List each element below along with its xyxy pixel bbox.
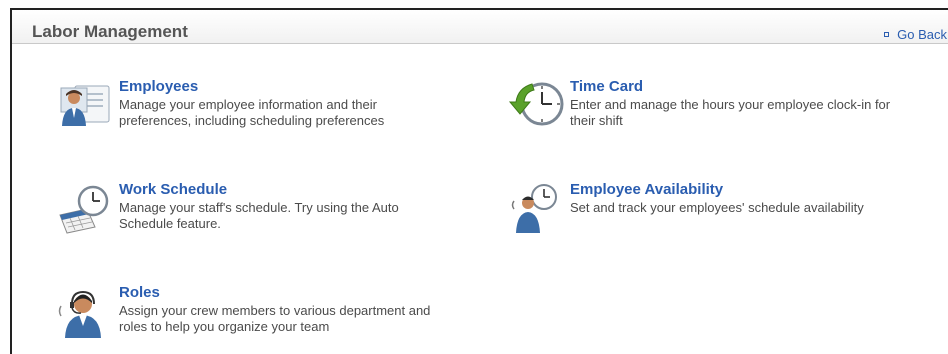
employee-availability-description: Set and track your employees' schedule a…	[570, 200, 864, 215]
tile-employees[interactable]: Employees Manage your employee informati…	[57, 78, 477, 138]
time-card-title[interactable]: Time Card	[570, 78, 643, 95]
tile-roles[interactable]: Roles Assign your crew members to variou…	[57, 284, 477, 344]
person-clock-icon	[508, 181, 564, 237]
employee-availability-title[interactable]: Employee Availability	[570, 181, 723, 198]
roles-title[interactable]: Roles	[119, 284, 160, 301]
time-card-description: Enter and manage the hours your employee…	[570, 97, 891, 128]
work-schedule-description: Manage your staff's schedule. Try using …	[119, 200, 399, 231]
employee-card-icon	[57, 78, 113, 134]
tile-employee-availability[interactable]: Employee Availability Set and track your…	[508, 181, 928, 241]
employees-title[interactable]: Employees	[119, 78, 198, 95]
clock-arrow-icon	[508, 78, 564, 134]
labor-management-panel: Labor Management Go Back Employees Manag…	[10, 8, 948, 354]
panel-header: Labor Management Go Back	[12, 10, 948, 44]
page-title: Labor Management	[32, 22, 188, 41]
headset-person-icon	[57, 284, 113, 340]
tile-time-card[interactable]: Time Card Enter and manage the hours you…	[508, 78, 928, 138]
work-schedule-title[interactable]: Work Schedule	[119, 181, 227, 198]
go-back-label: Go Back	[897, 27, 947, 42]
roles-description: Assign your crew members to various depa…	[119, 303, 431, 334]
employees-description: Manage your employee information and the…	[119, 97, 385, 128]
tile-work-schedule[interactable]: Work Schedule Manage your staff's schedu…	[57, 181, 477, 241]
go-back-link[interactable]: Go Back	[884, 27, 947, 42]
square-bullet-icon	[884, 32, 890, 37]
calendar-clock-icon	[57, 181, 113, 237]
